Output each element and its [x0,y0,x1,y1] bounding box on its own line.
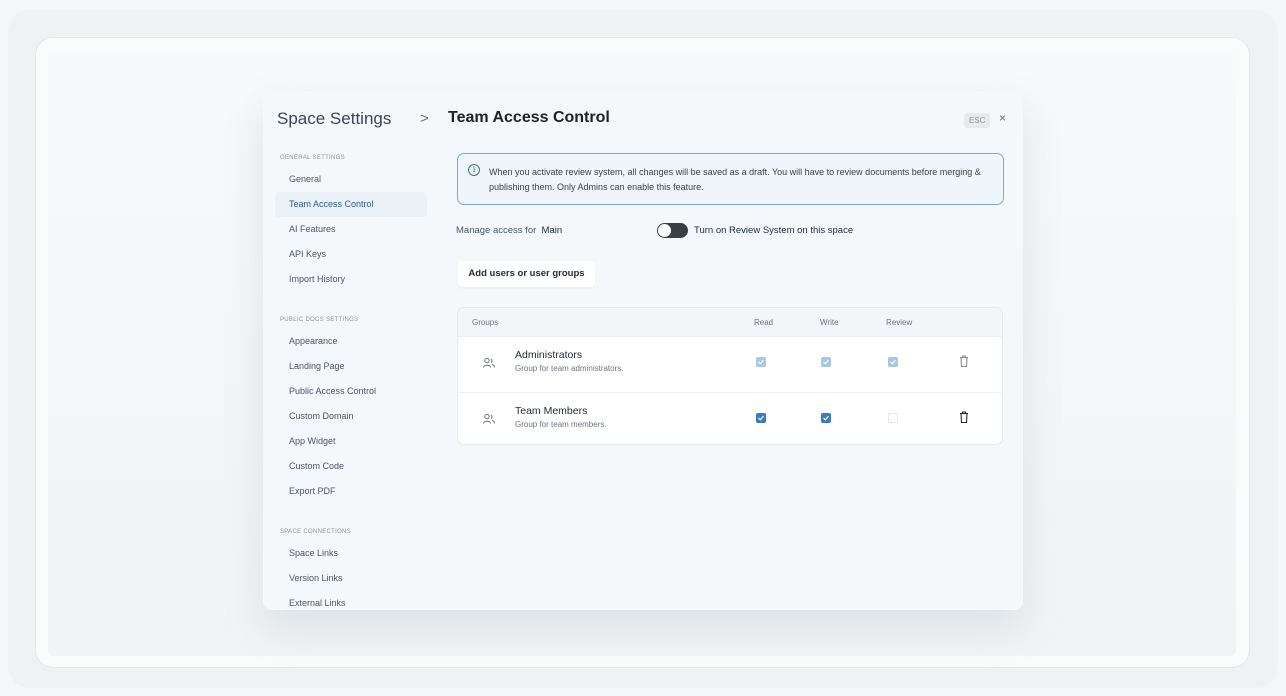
users-icon [483,357,495,368]
manage-access-label: Manage access for Main [456,225,562,236]
sidebar-item-landing-page[interactable]: Landing Page [275,354,427,379]
breadcrumb-space-settings[interactable]: Space Settings [277,109,391,129]
sidebar-section-label: PUBLIC DOCS SETTINGS [280,317,359,323]
sidebar-item-version-links[interactable]: Version Links [275,566,427,591]
sidebar-section-label: GENERAL SETTINGS [280,155,345,161]
table-row: Team Members Group for team members. [458,392,1002,444]
write-checkbox[interactable] [821,413,831,423]
read-checkbox[interactable] [756,413,766,423]
column-header-groups: Groups [472,318,499,327]
review-checkbox[interactable] [888,357,898,367]
trash-icon[interactable] [958,354,970,368]
sidebar-section-space-connections: SPACE CONNECTIONS Space Links Version Li… [275,529,427,610]
review-checkbox[interactable] [888,413,898,423]
column-header-read: Read [754,318,774,327]
check-icon [758,415,764,421]
manage-access-prefix: Manage access for [456,225,537,236]
column-header-write: Write [820,318,839,327]
group-description: Group for team members. [515,420,607,429]
sidebar-item-import-history[interactable]: Import History [275,267,427,292]
sidebar-section-public-docs: PUBLIC DOCS SETTINGS Appearance Landing … [275,317,427,504]
sidebar-item-ai-features[interactable]: AI Features [275,217,427,242]
sidebar-item-general[interactable]: General [275,167,427,192]
sidebar-item-team-access-control[interactable]: Team Access Control [275,192,427,217]
manage-access-space[interactable]: Main [542,225,563,236]
breadcrumb-chevron-icon: > [420,110,429,127]
review-info-banner: i When you activate review system, all c… [457,153,1004,205]
sidebar-item-app-widget[interactable]: App Widget [275,429,427,454]
check-icon [758,359,764,365]
modal-header: Space Settings > Team Access Control ESC… [263,91,1023,147]
write-checkbox[interactable] [821,357,831,367]
check-icon [823,359,829,365]
sidebar-item-custom-code[interactable]: Custom Code [275,454,427,479]
trash-icon[interactable] [958,410,970,424]
add-users-button[interactable]: Add users or user groups [458,261,595,287]
settings-modal: Space Settings > Team Access Control ESC… [263,91,1023,610]
sidebar-item-public-access-control[interactable]: Public Access Control [275,379,427,404]
group-name: Administrators [515,349,583,361]
review-system-toggle[interactable] [657,223,688,238]
group-description: Group for team administrators. [515,364,624,373]
esc-key-hint: ESC [964,113,991,128]
read-checkbox[interactable] [756,357,766,367]
toggle-knob [658,224,671,237]
page-title: Team Access Control [448,109,610,126]
close-button[interactable]: × [999,111,1006,125]
review-system-toggle-label: Turn on Review System on this space [694,225,854,236]
settings-sidebar: GENERAL SETTINGS General Team Access Con… [275,155,427,610]
sidebar-item-api-keys[interactable]: API Keys [275,242,427,267]
users-icon [483,413,495,424]
sidebar-section-general: GENERAL SETTINGS General Team Access Con… [275,155,427,292]
sidebar-item-appearance[interactable]: Appearance [275,329,427,354]
sidebar-item-space-links[interactable]: Space Links [275,541,427,566]
table-header: Groups Read Write Review [458,308,1002,337]
group-name: Team Members [515,405,588,417]
sidebar-item-custom-domain[interactable]: Custom Domain [275,404,427,429]
info-banner-text: When you activate review system, all cha… [489,167,981,192]
table-row: Administrators Group for team administra… [458,337,1002,391]
sidebar-section-label: SPACE CONNECTIONS [280,529,351,535]
column-header-review: Review [886,318,913,327]
check-icon [823,415,829,421]
sidebar-item-export-pdf[interactable]: Export PDF [275,479,427,504]
info-icon: i [468,164,480,176]
sidebar-item-external-links[interactable]: External Links [275,591,427,610]
access-table: Groups Read Write Review Administrators … [457,307,1003,445]
check-icon [890,359,896,365]
